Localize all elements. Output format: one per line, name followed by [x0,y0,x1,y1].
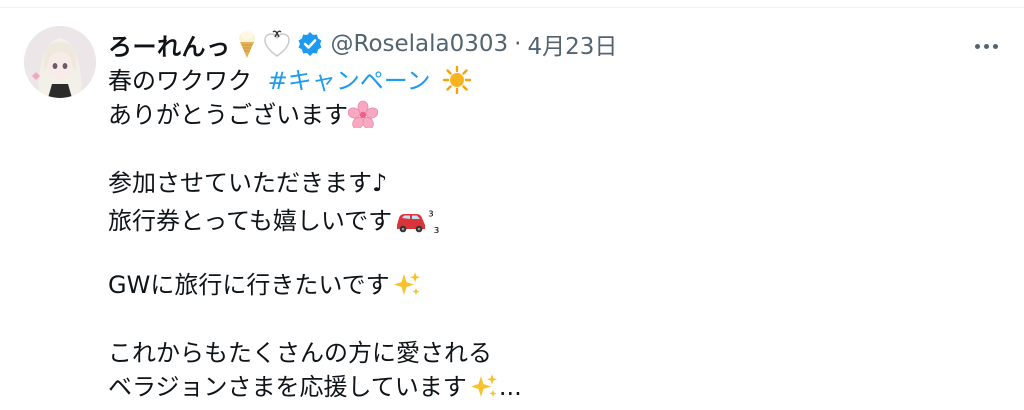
text-line-1: 春のワクワク #キャンペーン [108,64,988,98]
car-icon [394,208,428,243]
text-line-5: GWに旅行に行きたいです [108,268,988,302]
tweet-text: 春のワクワク #キャンペーン ありがとうございます 参加させていただきます♪ 旅… [108,64,988,404]
avatar-illustration [24,26,96,98]
verified-badge-icon [297,31,323,57]
truncation-ellipsis: ... [498,373,522,401]
text-line-7: ベラジョンさまを応援しています ... [108,370,988,404]
ice-cream-icon [235,29,259,59]
sparkles-icon [392,270,422,307]
display-name[interactable]: ろーれんっ [108,27,231,62]
subscript-mark: ₃ [433,221,440,237]
tweet-header: ろーれんっ @Roselala0303 · 4月23日 [108,26,617,62]
white-heart-icon [263,29,291,59]
text-line-6: これからもたくさんの方に愛される [108,339,492,367]
avatar[interactable] [24,26,96,98]
text-line-2: ありがとうございます [108,98,988,132]
text-line-4: 旅行券とっても嬉しいです ³₃ [108,200,988,237]
user-handle[interactable]: @Roselala0303 [331,31,509,57]
sun-icon [442,65,472,103]
hashtag-link[interactable]: #キャンペーン [268,67,431,95]
tweet-date[interactable]: 4月23日 [527,27,617,61]
header-separator: · [514,31,522,57]
more-options-icon[interactable] [972,32,1000,60]
sparkles-icon [469,372,499,409]
top-divider [0,7,1024,8]
text-line-3: 参加させていただきます♪ [108,169,388,197]
cherry-blossom-icon [347,100,379,137]
